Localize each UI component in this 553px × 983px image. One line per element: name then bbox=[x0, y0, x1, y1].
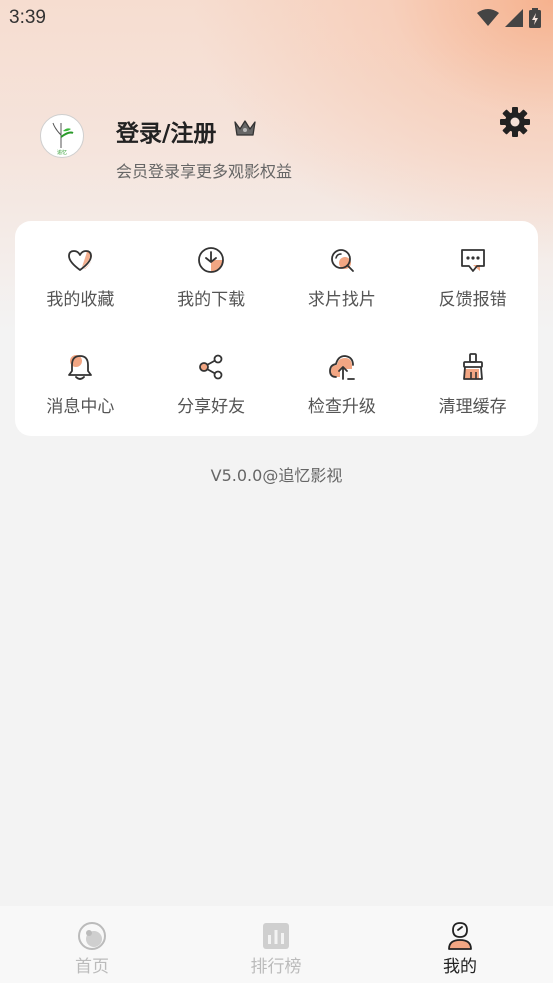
nav-label: 首页 bbox=[75, 957, 109, 977]
grid-item-request[interactable]: 求片找片 bbox=[277, 221, 408, 328]
grid-item-feedback[interactable]: 反馈报错 bbox=[407, 221, 538, 328]
search-icon bbox=[330, 249, 354, 272]
profile-icon bbox=[448, 922, 472, 950]
grid-label: 检查升级 bbox=[307, 397, 376, 417]
grid-item-update[interactable]: 检查升级 bbox=[277, 328, 408, 435]
crown-icon bbox=[234, 120, 256, 136]
chart-icon bbox=[263, 923, 289, 949]
version-text: V5.0.0@追忆影视 bbox=[210, 466, 343, 485]
grid-label: 清理缓存 bbox=[438, 397, 507, 417]
login-register-link[interactable]: 登录/注册 bbox=[116, 114, 216, 148]
nav-label: 我的 bbox=[443, 957, 477, 977]
grid-item-messages[interactable]: 消息中心 bbox=[15, 328, 146, 435]
bell-icon bbox=[68, 355, 93, 380]
cloud-upload-icon bbox=[328, 355, 355, 380]
login-subtitle: 会员登录享更多观影权益 bbox=[116, 162, 293, 181]
grid-label: 求片找片 bbox=[307, 290, 376, 310]
nav-item-ranking[interactable]: 排行榜 bbox=[184, 906, 368, 983]
status-bar: 3:39 bbox=[0, 0, 553, 38]
battery-icon bbox=[529, 8, 541, 28]
status-time: 3:39 bbox=[9, 7, 46, 28]
nav-label: 排行榜 bbox=[250, 957, 302, 977]
app-logo-icon: 追忆 bbox=[52, 122, 74, 156]
grid-item-clear-cache[interactable]: 清理缓存 bbox=[407, 328, 538, 435]
grid-label: 分享好友 bbox=[177, 397, 246, 417]
nav-item-mine[interactable]: 我的 bbox=[368, 906, 552, 983]
bottom-nav: 首页 排行榜 我的 bbox=[0, 906, 553, 983]
grid-item-downloads[interactable]: 我的下载 bbox=[146, 221, 277, 328]
grid-label: 反馈报错 bbox=[438, 290, 507, 310]
grid-item-favorites[interactable]: 我的收藏 bbox=[15, 221, 146, 328]
heart-icon bbox=[68, 250, 93, 271]
status-icons bbox=[477, 8, 541, 28]
share-icon bbox=[199, 354, 223, 380]
broom-icon bbox=[462, 353, 483, 380]
grid-item-share[interactable]: 分享好友 bbox=[146, 328, 277, 435]
grid-label: 我的收藏 bbox=[46, 290, 115, 310]
home-icon bbox=[78, 922, 106, 950]
feature-card: 我的收藏 我的下载 求片找片 反馈报错 消息中心 分享好友 检查升级 清理缓存 bbox=[15, 221, 538, 436]
feature-grid: 我的收藏 我的下载 求片找片 反馈报错 消息中心 分享好友 检查升级 清理缓存 bbox=[15, 221, 538, 435]
gear-icon[interactable] bbox=[499, 106, 531, 138]
logo-text: 追忆 bbox=[57, 149, 67, 156]
download-icon bbox=[198, 247, 225, 273]
wifi-icon bbox=[477, 9, 499, 26]
grid-label: 我的下载 bbox=[177, 290, 246, 310]
nav-item-home[interactable]: 首页 bbox=[0, 906, 184, 983]
profile-header: 追忆 登录/注册 会员登录享更多观影权益 bbox=[0, 100, 553, 190]
feedback-icon bbox=[460, 249, 485, 272]
signal-icon bbox=[505, 9, 523, 27]
avatar[interactable]: 追忆 bbox=[40, 114, 84, 158]
grid-label: 消息中心 bbox=[46, 397, 115, 417]
